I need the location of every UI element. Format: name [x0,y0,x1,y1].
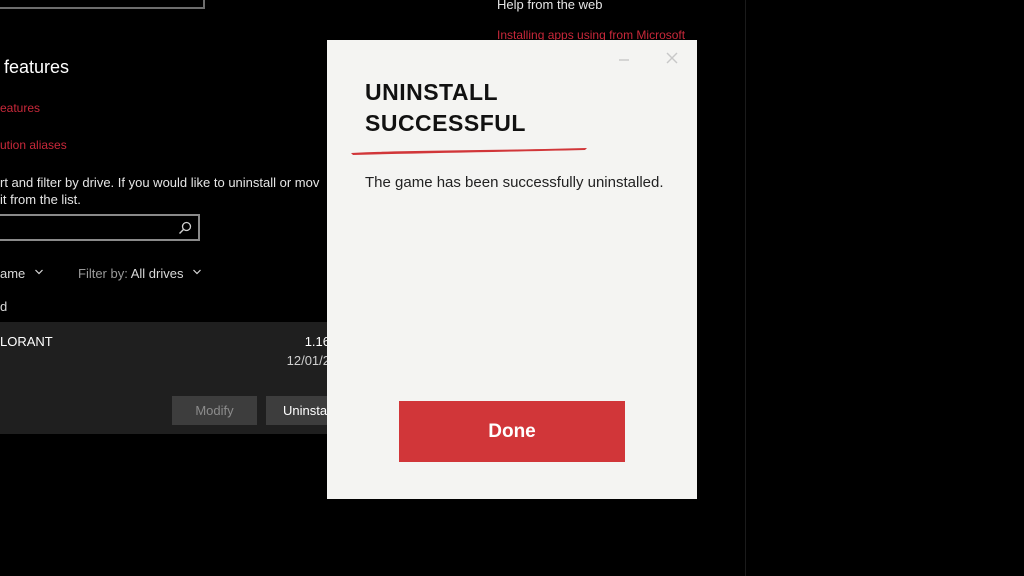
sort-by-dropdown[interactable]: ame [0,266,43,281]
chevron-down-icon [34,269,43,275]
top-input-box[interactable] [0,0,205,9]
section-heading: features [4,57,70,77]
app-execution-aliases-link[interactable]: ution aliases [0,138,67,152]
modify-button[interactable]: Modify [172,396,257,425]
app-install-date: 12/01/2 [286,353,330,368]
app-name: LORANT [0,334,53,349]
minimize-icon[interactable] [617,50,631,64]
description-line-1: rt and filter by drive. If you would lik… [0,175,320,190]
list-item-app[interactable]: LORANT 1.16 12/01/2 Modify Uninsta [0,322,356,434]
help-from-web-heading: Help from the web [497,0,603,12]
filter-by-label: Filter by: [78,266,128,281]
uninstall-success-dialog: UNINSTALL SUCCESSFUL The game has been s… [327,40,697,499]
dialog-title-line-2: SUCCESSFUL [365,110,526,136]
description-line-2: it from the list. [0,192,81,207]
dialog-title-line-1: UNINSTALL [365,79,499,105]
apps-found-label: d [0,299,8,314]
optional-features-link[interactable]: eatures [0,101,40,115]
brush-underline [351,148,587,155]
description-text: rt and filter by drive. If you would lik… [0,174,319,208]
filter-by-dropdown[interactable]: Filter by: All drives [78,266,202,281]
dialog-title: UNINSTALL SUCCESSFUL [365,77,526,139]
done-button[interactable]: Done [399,401,625,462]
window-divider [745,0,746,576]
chevron-down-icon [193,269,202,275]
search-icon [179,221,192,234]
search-input[interactable] [0,214,200,241]
close-icon[interactable] [665,51,679,65]
screen: Help from the web Installing apps using … [0,0,1024,576]
dialog-message: The game has been successfully uninstall… [365,174,664,191]
sort-by-value: ame [0,266,26,281]
filter-by-value: All drives [130,266,184,281]
